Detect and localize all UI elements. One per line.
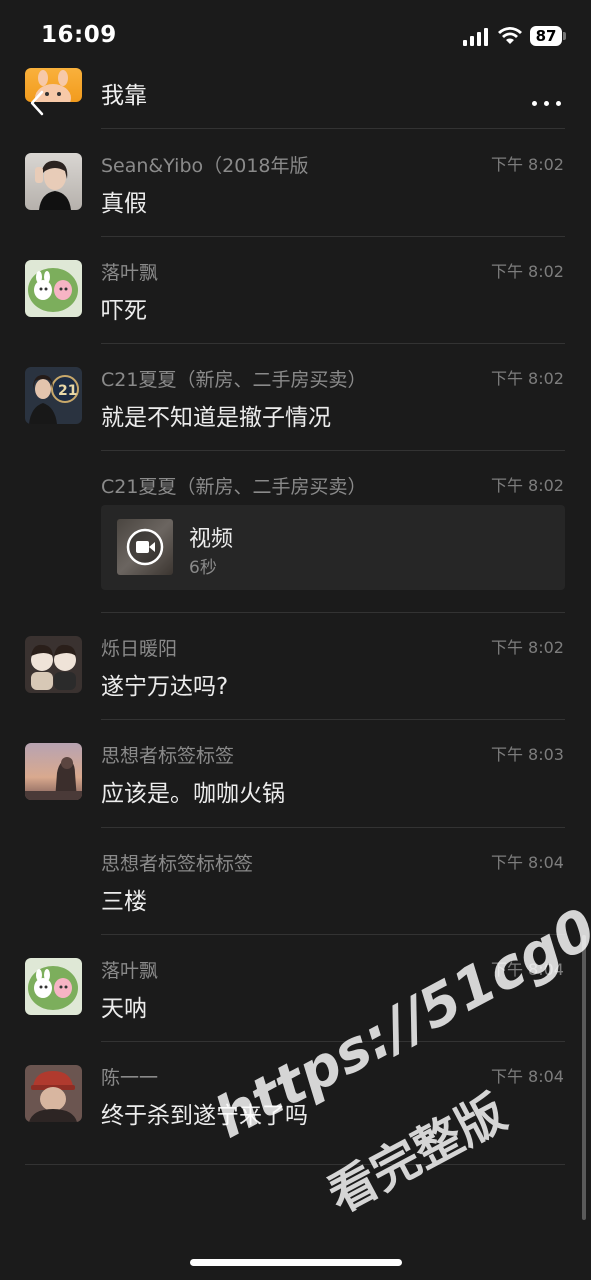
status-bar: 16:09 87 bbox=[0, 0, 591, 64]
message-time: 下午 8:02 bbox=[490, 476, 564, 495]
more-options-icon[interactable] bbox=[531, 101, 563, 107]
avatar[interactable] bbox=[25, 958, 82, 1015]
svg-text:21: 21 bbox=[58, 383, 77, 399]
watermark-caption: 看完整版 bbox=[319, 1084, 516, 1225]
avatar[interactable] bbox=[25, 743, 82, 800]
battery-icon: 87 bbox=[530, 26, 562, 46]
header-divider bbox=[101, 128, 565, 129]
message-time: 下午 8:02 bbox=[490, 155, 564, 174]
message-text[interactable]: 三楼 bbox=[101, 882, 147, 916]
video-duration: 6秒 bbox=[189, 558, 217, 578]
message-time: 下午 8:02 bbox=[490, 369, 564, 388]
sender-name: 陈一一 bbox=[101, 1067, 159, 1089]
avatar[interactable] bbox=[25, 1065, 82, 1122]
message-time: 下午 8:04 bbox=[490, 853, 564, 872]
avatar[interactable] bbox=[25, 636, 82, 693]
sender-name: 烁日暖阳 bbox=[101, 638, 178, 660]
wifi-icon bbox=[498, 27, 522, 44]
message-text[interactable]: 天呐 bbox=[101, 989, 147, 1023]
avatar[interactable] bbox=[25, 153, 82, 210]
message-time: 下午 8:04 bbox=[490, 960, 564, 979]
cellular-signal-icon bbox=[463, 28, 489, 46]
message-time: 下午 8:03 bbox=[490, 745, 564, 764]
avatar[interactable] bbox=[25, 260, 82, 317]
message-time: 下午 8:02 bbox=[490, 638, 564, 657]
message-text[interactable]: 吓死 bbox=[101, 291, 147, 325]
video-thumbnail bbox=[117, 519, 173, 575]
video-message-card[interactable]: 视频 6秒 bbox=[101, 505, 565, 590]
message-text[interactable]: 应该是。咖咖火锅 bbox=[101, 774, 285, 808]
message-time: 下午 8:04 bbox=[490, 1067, 564, 1086]
sender-name: 思想者标签标签 bbox=[101, 745, 235, 767]
sender-name: Sean&Yibo（2018年版 bbox=[101, 155, 309, 177]
sender-name: C21夏夏（新房、二手房买卖） bbox=[101, 369, 367, 391]
sender-name: 思想者标签标标签 bbox=[101, 853, 254, 875]
message-text[interactable]: 真假 bbox=[101, 184, 147, 218]
message-time: 下午 8:02 bbox=[490, 262, 564, 281]
video-label: 视频 bbox=[189, 527, 234, 552]
home-indicator[interactable] bbox=[190, 1259, 402, 1266]
chat-title: 我靠 bbox=[101, 83, 147, 109]
chat-header bbox=[0, 64, 591, 128]
sender-name: 落叶飘 bbox=[101, 262, 159, 284]
video-camera-icon bbox=[126, 528, 164, 566]
avatar[interactable]: 21 bbox=[25, 367, 82, 424]
message-text[interactable]: 终于杀到遂宁来了吗 bbox=[101, 1096, 308, 1130]
scrollbar[interactable] bbox=[582, 935, 586, 1220]
message-text[interactable]: 就是不知道是撤子情况 bbox=[101, 398, 331, 432]
battery-level: 87 bbox=[535, 27, 557, 45]
sender-name: C21夏夏（新房、二手房买卖） bbox=[101, 476, 367, 498]
back-chevron-icon[interactable] bbox=[24, 88, 54, 118]
status-time: 16:09 bbox=[41, 22, 117, 48]
message-text[interactable]: 遂宁万达吗? bbox=[101, 667, 228, 701]
sender-name: 落叶飘 bbox=[101, 960, 159, 982]
